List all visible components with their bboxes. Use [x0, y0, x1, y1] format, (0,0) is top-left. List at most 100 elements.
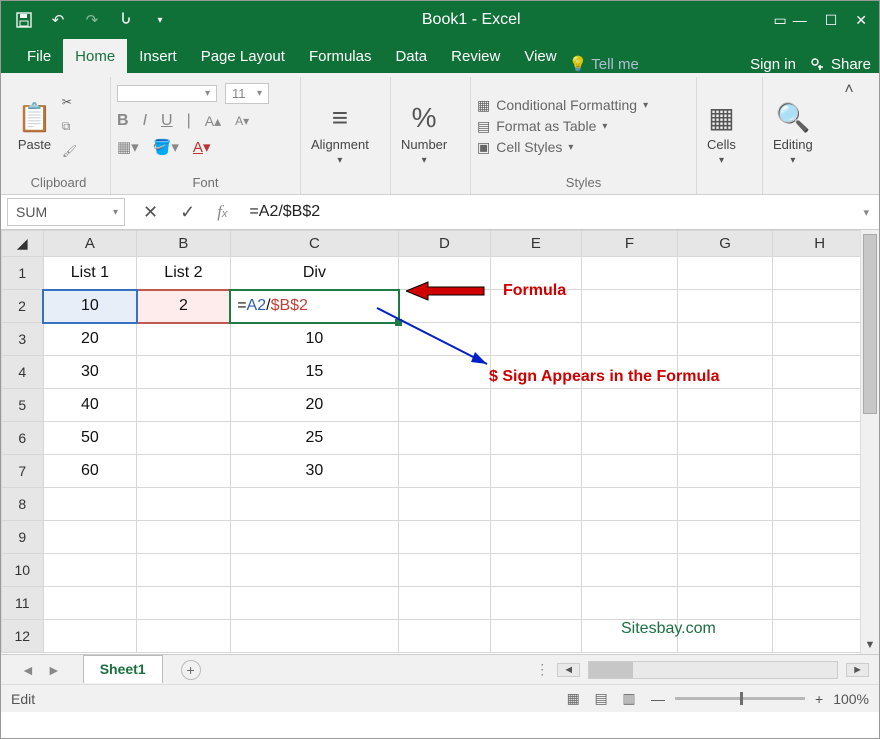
font-name-select[interactable]: ▾ — [117, 85, 217, 102]
qat-more-icon[interactable]: ▾ — [151, 11, 169, 29]
italic-button[interactable]: I — [143, 112, 147, 130]
tab-home[interactable]: Home — [63, 39, 127, 73]
collapse-ribbon-icon[interactable]: ˄ — [839, 77, 859, 194]
row-header-2[interactable]: 2 — [2, 290, 44, 323]
cell-D9[interactable] — [399, 521, 490, 554]
minimize-button[interactable]: — — [793, 12, 807, 29]
row-header-4[interactable]: 4 — [2, 356, 44, 389]
new-sheet-button[interactable]: + — [181, 660, 201, 680]
editing-button[interactable]: 🔍Editing▾ — [769, 97, 817, 170]
cell-F5[interactable] — [582, 389, 678, 422]
cell-H11[interactable] — [773, 587, 867, 620]
cell-B5[interactable] — [137, 389, 231, 422]
cell-A4[interactable]: 30 — [43, 356, 137, 389]
formula-cancel-icon[interactable]: ✕ — [143, 202, 158, 223]
name-box[interactable]: SUM▾ — [7, 198, 125, 226]
zoom-level[interactable]: 100% — [833, 691, 869, 707]
cell-D5[interactable] — [399, 389, 490, 422]
page-break-view-icon[interactable]: ▥ — [617, 690, 641, 707]
cell-H9[interactable] — [773, 521, 867, 554]
cell-B11[interactable] — [137, 587, 231, 620]
cell-F1[interactable] — [582, 257, 678, 290]
scrollbar-thumb[interactable] — [863, 234, 877, 414]
cell-B6[interactable] — [137, 422, 231, 455]
row-header-5[interactable]: 5 — [2, 389, 44, 422]
cell-E7[interactable] — [490, 455, 581, 488]
cell-C9[interactable] — [230, 521, 398, 554]
insert-function-icon[interactable]: fx — [217, 202, 227, 222]
cell-A10[interactable] — [43, 554, 137, 587]
col-header-C[interactable]: C — [230, 231, 398, 257]
col-header-B[interactable]: B — [137, 231, 231, 257]
cell-D11[interactable] — [399, 587, 490, 620]
cell-D7[interactable] — [399, 455, 490, 488]
cell-F8[interactable] — [582, 488, 678, 521]
row-header-11[interactable]: 11 — [2, 587, 44, 620]
font-size-select[interactable]: 11▾ — [225, 83, 269, 104]
col-header-G[interactable]: G — [677, 231, 773, 257]
hscroll-left-icon[interactable]: ◄ — [557, 663, 580, 677]
cell-C6[interactable]: 25 — [230, 422, 398, 455]
font-color-button[interactable]: A▾ — [193, 138, 211, 156]
cell-E10[interactable] — [490, 554, 581, 587]
split-handle[interactable]: ⋮ — [535, 661, 549, 678]
alignment-button[interactable]: ≡Alignment▾ — [307, 98, 373, 170]
page-layout-view-icon[interactable]: ▤ — [589, 690, 613, 707]
tell-me[interactable]: 💡Tell me — [569, 55, 751, 73]
cell-A5[interactable]: 40 — [43, 389, 137, 422]
cell-F2[interactable] — [582, 290, 678, 323]
cell-H2[interactable] — [773, 290, 867, 323]
cell-G3[interactable] — [677, 323, 773, 356]
row-header-12[interactable]: 12 — [2, 620, 44, 653]
zoom-out-button[interactable]: — — [651, 691, 665, 707]
cell-A2[interactable]: 10 — [43, 290, 137, 323]
cell-H5[interactable] — [773, 389, 867, 422]
cell-A8[interactable] — [43, 488, 137, 521]
save-icon[interactable] — [15, 11, 33, 29]
cell-G9[interactable] — [677, 521, 773, 554]
cell-B8[interactable] — [137, 488, 231, 521]
cell-E3[interactable] — [490, 323, 581, 356]
cell-H10[interactable] — [773, 554, 867, 587]
increase-font-icon[interactable]: A▴ — [205, 113, 221, 130]
cell-C5[interactable]: 20 — [230, 389, 398, 422]
conditional-formatting-button[interactable]: ▦Conditional Formatting▾ — [477, 97, 648, 114]
col-header-A[interactable]: A — [43, 231, 137, 257]
share-button[interactable]: Share — [810, 56, 871, 73]
copy-icon[interactable]: ⧉ — [62, 119, 77, 134]
bold-button[interactable]: B — [117, 112, 129, 130]
cell-B4[interactable] — [137, 356, 231, 389]
cell-styles-button[interactable]: ▣Cell Styles▾ — [477, 139, 648, 156]
row-header-7[interactable]: 7 — [2, 455, 44, 488]
close-button[interactable]: ✕ — [855, 12, 867, 29]
cell-H7[interactable] — [773, 455, 867, 488]
cell-B1[interactable]: List 2 — [137, 257, 231, 290]
sign-in-link[interactable]: Sign in — [750, 56, 796, 73]
fill-color-button[interactable]: 🪣▾ — [153, 138, 179, 156]
ribbon-options-icon[interactable]: ▭ — [773, 12, 792, 29]
cell-H6[interactable] — [773, 422, 867, 455]
format-painter-icon[interactable]: 🖌 — [62, 144, 77, 158]
cell-B3[interactable] — [137, 323, 231, 356]
horizontal-scrollbar[interactable] — [588, 661, 838, 679]
sheet-tab-sheet1[interactable]: Sheet1 — [83, 655, 163, 683]
cell-H12[interactable] — [773, 620, 867, 653]
cell-G7[interactable] — [677, 455, 773, 488]
select-all-corner[interactable]: ◢ — [2, 231, 44, 257]
cell-E11[interactable] — [490, 587, 581, 620]
cell-D8[interactable] — [399, 488, 490, 521]
formula-enter-icon[interactable]: ✓ — [180, 202, 195, 223]
tab-data[interactable]: Data — [383, 39, 439, 73]
cell-B10[interactable] — [137, 554, 231, 587]
paste-button[interactable]: 📋 Paste — [13, 97, 56, 156]
cells-button[interactable]: ▦Cells▾ — [703, 97, 740, 170]
sheet-nav-next-icon[interactable]: ► — [41, 662, 67, 678]
cell-C12[interactable] — [230, 620, 398, 653]
cell-H8[interactable] — [773, 488, 867, 521]
cell-A9[interactable] — [43, 521, 137, 554]
tab-view[interactable]: View — [512, 39, 568, 73]
cell-F10[interactable] — [582, 554, 678, 587]
hscroll-right-icon[interactable]: ► — [846, 663, 869, 677]
tab-review[interactable]: Review — [439, 39, 512, 73]
redo-icon[interactable]: ↷ — [83, 11, 101, 29]
